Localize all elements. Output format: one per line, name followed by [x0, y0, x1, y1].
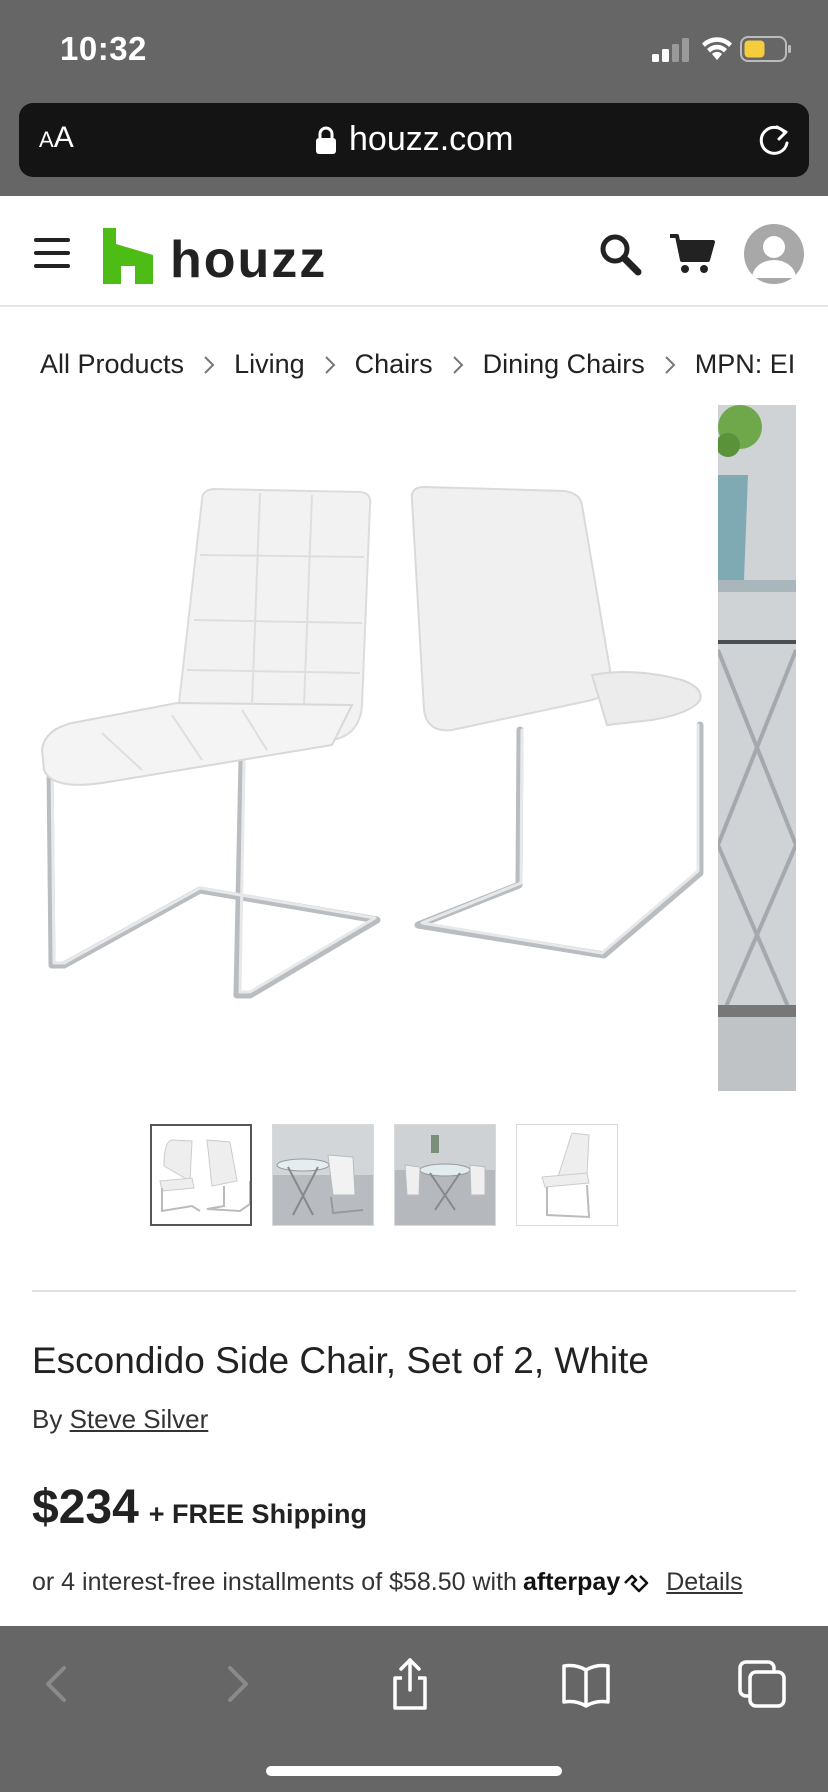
cart-icon[interactable] [668, 232, 716, 276]
battery-icon [740, 36, 791, 62]
houzz-logo-icon[interactable] [103, 226, 153, 286]
product-byline: By Steve Silver [32, 1404, 208, 1435]
url-text[interactable]: houzz.com [349, 120, 513, 159]
chevron-right-icon[interactable] [208, 1656, 264, 1712]
next-image-peek[interactable] [718, 405, 796, 1091]
chevron-right-icon [433, 349, 483, 380]
by-prefix: By [32, 1404, 63, 1434]
share-icon[interactable] [382, 1656, 438, 1712]
home-indicator[interactable] [266, 1766, 562, 1776]
wifi-icon [702, 37, 732, 60]
thumbnail-2[interactable] [272, 1124, 374, 1226]
installments-text: or 4 interest-free installments of $58.5… [32, 1568, 517, 1596]
search-icon[interactable] [598, 232, 642, 276]
text-size-button[interactable]: AA [39, 121, 74, 155]
breadcrumb-item-living[interactable]: Living [234, 349, 305, 380]
product-title: Escondido Side Chair, Set of 2, White [32, 1340, 650, 1381]
thumbnail-strip [150, 1124, 618, 1226]
thumbnail-3[interactable] [394, 1124, 496, 1226]
breadcrumb-item-dining-chairs[interactable]: Dining Chairs [483, 349, 645, 380]
product-price: $234 [32, 1481, 139, 1534]
afterpay-arrows-icon [624, 1574, 649, 1592]
hamburger-icon[interactable] [34, 238, 70, 268]
breadcrumb: All Products Living Chairs Dining Chairs… [40, 344, 828, 384]
page: 10:32 AA houzz.com houzz All Products Li… [0, 0, 828, 1792]
address-bar[interactable]: AA houzz.com [19, 103, 809, 177]
browser-top-chrome: 10:32 AA houzz.com [0, 0, 828, 196]
book-icon[interactable] [558, 1656, 614, 1712]
chevron-right-icon [184, 349, 234, 380]
lock-icon [316, 126, 336, 154]
afterpay-row: or 4 interest-free installments of $58.5… [32, 1568, 743, 1597]
status-time: 10:32 [60, 30, 147, 67]
breadcrumb-item-all-products[interactable]: All Products [40, 349, 184, 380]
brand-wordmark[interactable]: houzz [170, 230, 327, 290]
shipping-info: + FREE Shipping [148, 1499, 368, 1529]
price-row: $234 + FREE Shipping [32, 1480, 367, 1535]
thumbnail-1[interactable] [150, 1124, 252, 1226]
breadcrumb-item-mpn[interactable]: MPN: EI [695, 349, 796, 380]
chevron-left-icon[interactable] [30, 1656, 86, 1712]
brand-link[interactable]: Steve Silver [70, 1404, 209, 1434]
cellular-signal-icon [652, 38, 689, 62]
chevron-right-icon [305, 349, 355, 380]
user-avatar-icon[interactable] [744, 224, 804, 284]
chevron-right-icon [645, 349, 695, 380]
section-divider [32, 1290, 796, 1292]
reload-icon[interactable] [755, 121, 793, 159]
tabs-icon[interactable] [734, 1656, 790, 1712]
product-main-image[interactable] [32, 405, 707, 1091]
site-header: houzz [0, 196, 828, 307]
afterpay-details-link[interactable]: Details [666, 1568, 742, 1597]
afterpay-logo: afterpay [522, 1568, 621, 1596]
breadcrumb-item-chairs[interactable]: Chairs [355, 349, 433, 380]
thumbnail-4[interactable] [516, 1124, 618, 1226]
